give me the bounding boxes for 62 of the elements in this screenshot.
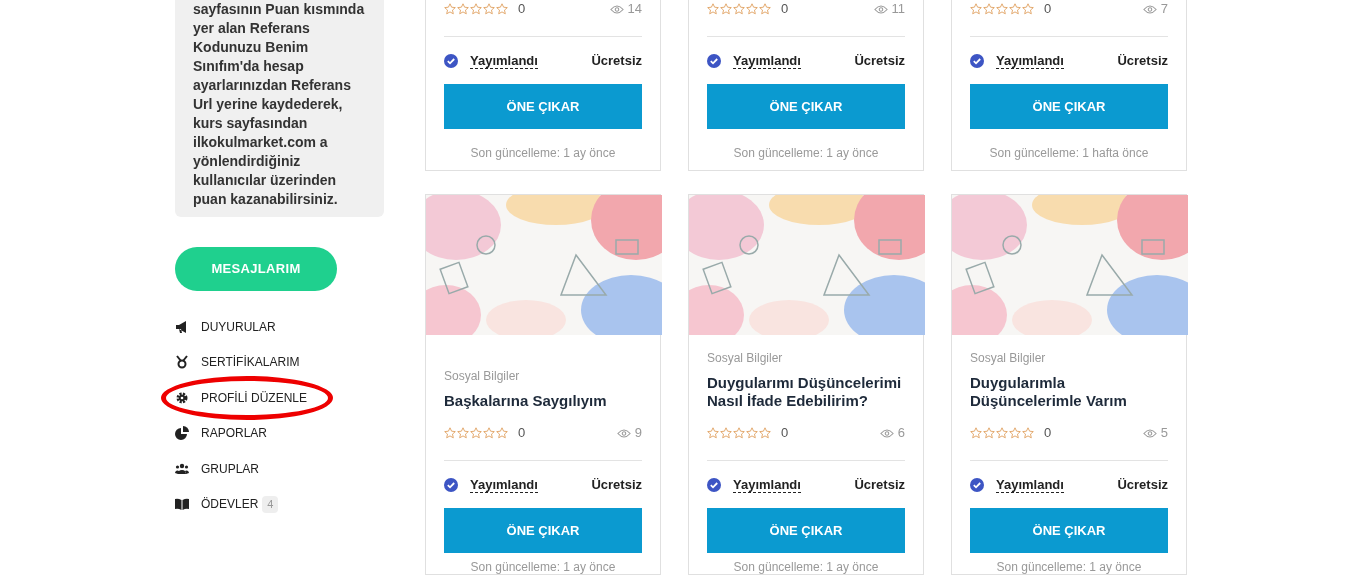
check-icon: [444, 478, 458, 492]
price-label: Ücretsiz: [1117, 476, 1168, 495]
menu-item[interactable]: SERTİFİKALARIM: [175, 353, 300, 372]
check-icon: [970, 54, 984, 68]
view-count: 6: [897, 424, 905, 443]
rating-count: 0: [781, 424, 789, 443]
check-icon: [444, 54, 458, 68]
course-title[interactable]: Başkalarına Saygılıyım: [444, 392, 642, 410]
category-label: Sosyal Bilgiler: [970, 350, 1047, 367]
update-text: Son güncelleme: 1 ay önce: [469, 560, 617, 574]
eye-icon: [1142, 4, 1157, 14]
status-label: Yayımlandı: [996, 53, 1064, 69]
update-text: Son güncelleme: 1 ay önce: [469, 146, 617, 160]
rating-count: 0: [1044, 424, 1052, 443]
eye-icon: [616, 428, 631, 438]
update-text: Son güncelleme: 1 ay önce: [732, 146, 880, 160]
eye-icon: [873, 4, 888, 14]
megaphone-icon: [175, 319, 189, 334]
check-icon: [707, 54, 721, 68]
course-title[interactable]: Duygularımı Düşüncelerimi Nasıl İfade Edebilirim?: [707, 374, 905, 410]
update-text: Son güncelleme: 1 ay önce: [995, 560, 1143, 574]
status-label: Yayımlandı: [996, 477, 1064, 493]
rating-count: 0: [1044, 0, 1052, 19]
menu-item[interactable]: ÖDEVLER: [175, 495, 259, 514]
status-label: Yayımlandı: [733, 53, 801, 69]
menu-item[interactable]: DUYURULAR: [175, 317, 276, 336]
info-text: sayfasının Puan kısmında yer alan Referans Kodunuzu Benim Sınıfım'da hesap ayarlarınızdan Referans Url yerine kaydederek, kurs sayfasından ilkokulmarket.com a yönlendirdiğiniz kullanıcılar üzerinden puan kazanabilirsiniz.: [193, 0, 366, 209]
eye-icon: [879, 428, 894, 438]
medal-icon: [175, 355, 189, 370]
price-label: Ücretsiz: [591, 476, 642, 495]
price-label: Ücretsiz: [854, 476, 905, 495]
menu-item[interactable]: RAPORLAR: [175, 424, 268, 443]
view-count: 9: [634, 424, 642, 443]
settings-icon: [175, 390, 189, 405]
status-label: Yayımlandı: [470, 477, 538, 493]
update-text: Son güncelleme: 1 hafta önce: [988, 146, 1150, 160]
status-label: Yayımlandı: [733, 477, 801, 493]
update-text: Son güncelleme: 1 ay önce: [732, 560, 880, 574]
eye-icon: [609, 4, 624, 14]
rating-count: 0: [518, 0, 526, 19]
price-label: Ücretsiz: [591, 52, 642, 71]
price-label: Ücretsiz: [854, 52, 905, 71]
check-icon: [707, 478, 721, 492]
view-count: 11: [891, 0, 905, 19]
menu-item[interactable]: GRUPLAR: [175, 459, 259, 478]
menu-item[interactable]: PROFİLİ DÜZENLE: [175, 388, 308, 407]
book-icon: [175, 497, 189, 512]
course-title[interactable]: Duygularımla Düşüncelerimle Varım: [970, 374, 1168, 410]
pie-chart-icon: [175, 426, 189, 441]
people-icon: [175, 461, 189, 476]
rating-count: 0: [781, 0, 789, 19]
check-icon: [970, 478, 984, 492]
category-label: Sosyal Bilgiler: [444, 368, 521, 385]
rating-count: 0: [518, 424, 526, 443]
view-count: 7: [1160, 0, 1168, 19]
count-badge: 4: [262, 496, 279, 513]
view-count: 14: [627, 0, 642, 19]
view-count: 5: [1160, 424, 1168, 443]
price-label: Ücretsiz: [1117, 52, 1168, 71]
category-label: Sosyal Bilgiler: [707, 350, 784, 367]
eye-icon: [1142, 428, 1157, 438]
status-label: Yayımlandı: [470, 53, 538, 69]
